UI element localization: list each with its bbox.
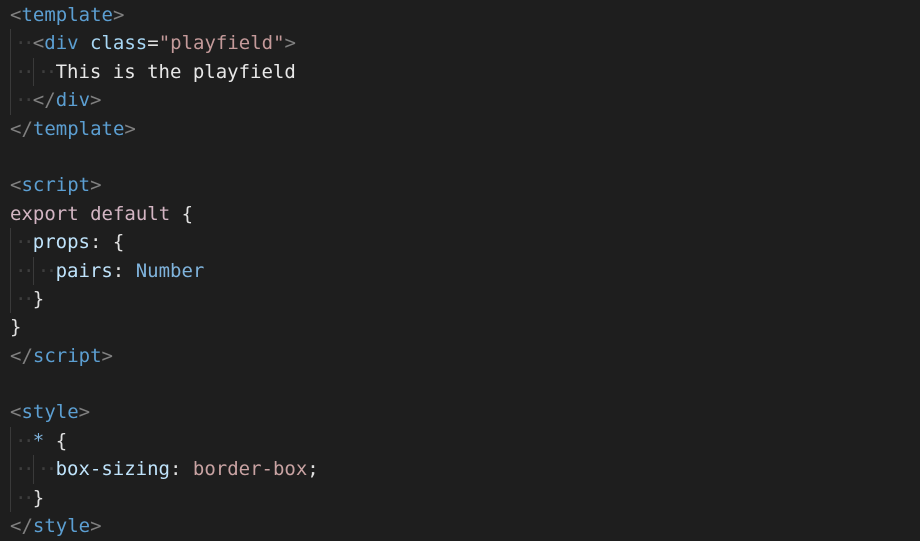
code-line[interactable]: </script> xyxy=(10,342,319,370)
code-line[interactable]: · · · · pairs: Number xyxy=(10,256,319,286)
indent-guide: · · xyxy=(10,228,34,257)
code-line[interactable]: } xyxy=(10,313,319,341)
code-line[interactable]: · · * { xyxy=(10,426,319,456)
code-line[interactable]: · · } xyxy=(10,284,319,314)
code-token-bracket: < xyxy=(10,174,22,197)
code-token-punct: ; xyxy=(307,458,319,481)
code-line[interactable]: · · props: { xyxy=(10,228,319,257)
indent-guide: · · xyxy=(32,455,57,485)
code-line[interactable]: · · </div> xyxy=(10,86,319,115)
code-token-punct: } xyxy=(32,486,45,509)
code-token-bracket: > xyxy=(124,117,136,140)
indent-guide: · · xyxy=(10,455,34,485)
indent-guide: · · xyxy=(32,57,57,87)
code-token-bracket: > xyxy=(284,32,296,55)
indent-guide: · · xyxy=(10,86,34,115)
code-token-bracket: > xyxy=(90,174,102,197)
code-line[interactable]: · · } xyxy=(10,483,319,513)
code-line[interactable]: </template> xyxy=(10,115,319,143)
code-token-str: "playfield" xyxy=(158,32,285,55)
code-line[interactable]: </style> xyxy=(10,512,319,540)
code-line[interactable] xyxy=(10,143,319,171)
indent-guide: · · xyxy=(10,57,34,87)
code-editor[interactable]: <template> · · <div class="playfield"> · · ·… xyxy=(10,1,319,540)
code-token-prop: box-sizing xyxy=(55,458,170,481)
code-line[interactable]: · · · · box-sizing: border-box; xyxy=(10,455,319,485)
code-token-punct: : { xyxy=(90,231,125,254)
indent-guide: · · xyxy=(10,426,34,456)
indent-guide: · · xyxy=(10,256,34,286)
code-line[interactable]: · · <div class="playfield"> xyxy=(10,29,319,59)
code-token-tag: div xyxy=(44,32,79,55)
code-token-bracket: > xyxy=(112,4,125,26)
code-token-tag: style xyxy=(32,515,91,538)
code-line[interactable]: <template> xyxy=(10,1,319,29)
code-token-bracket: > xyxy=(90,515,102,538)
code-token-bracket: < xyxy=(10,4,22,26)
code-token-val: border-box xyxy=(192,458,308,481)
code-token-tag: script xyxy=(32,344,102,367)
code-token-tag: template xyxy=(32,117,125,140)
code-token-bracket: </ xyxy=(10,344,33,367)
code-token-bracket: </ xyxy=(10,117,33,140)
code-token-punct: : xyxy=(112,259,136,282)
code-token-tag: style xyxy=(21,401,79,424)
code-token-punct: } xyxy=(32,287,45,310)
code-token-bracket: </ xyxy=(32,89,56,112)
code-token-bracket: > xyxy=(90,89,102,112)
code-line[interactable]: · · · · This is the playfield xyxy=(10,57,319,87)
code-token-bracket: < xyxy=(32,32,45,55)
code-token-punct: : xyxy=(169,458,193,481)
code-line[interactable]: export default { xyxy=(10,200,319,228)
code-token-punct: { xyxy=(170,202,194,225)
indent-guide: · · xyxy=(10,284,34,314)
indent-guide: · · xyxy=(10,483,34,513)
code-token-type: Number xyxy=(135,259,205,282)
code-token-tag: template xyxy=(21,4,113,26)
code-token-tag: div xyxy=(55,89,91,112)
code-token-text: This is the playfield xyxy=(55,60,296,83)
code-line[interactable]: <style> xyxy=(10,398,319,426)
code-token-prop: props xyxy=(32,231,90,254)
code-token-bracket: < xyxy=(10,401,22,424)
code-token-punct: } xyxy=(10,316,22,339)
code-token-bracket: </ xyxy=(10,515,33,538)
code-token-type: * xyxy=(32,429,45,452)
code-line[interactable] xyxy=(10,370,319,398)
code-token-bracket: > xyxy=(78,401,91,424)
indent-guide: · · xyxy=(32,256,57,286)
code-token-tag: script xyxy=(21,174,91,197)
code-token-punct: = xyxy=(147,32,159,55)
code-line[interactable]: <script> xyxy=(10,171,319,199)
code-token-prop: pairs xyxy=(55,259,113,282)
code-token-punct: { xyxy=(44,429,68,452)
code-token-kw: export default xyxy=(10,202,171,225)
code-token-attr: class xyxy=(90,32,148,55)
code-token-bracket: > xyxy=(101,344,113,367)
indent-guide: · · xyxy=(10,29,34,59)
